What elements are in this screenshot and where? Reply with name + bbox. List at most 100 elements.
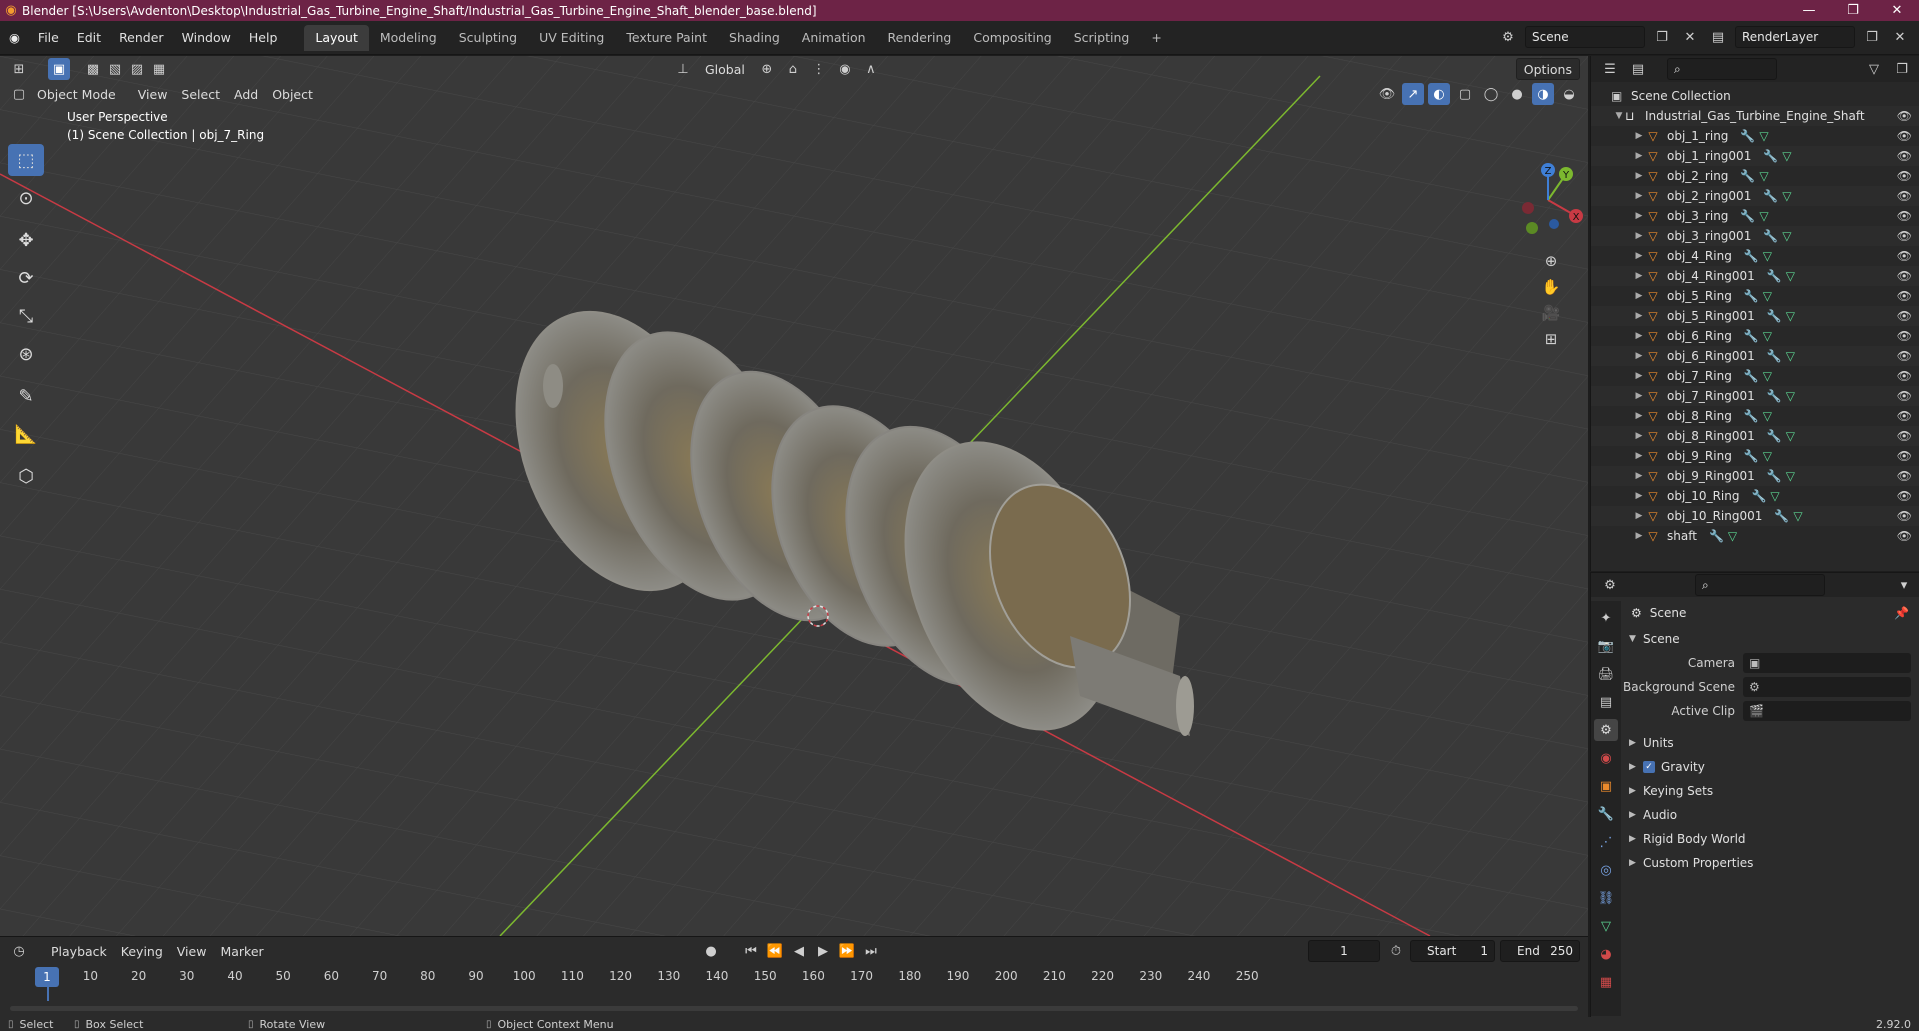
annotate-tool-icon[interactable]: ✎ [8, 380, 44, 412]
camera-view-icon[interactable]: 🎥 [1538, 300, 1564, 326]
expand-arrow-icon[interactable]: ▶ [1633, 171, 1645, 181]
rendered-shading-icon[interactable]: ◒ [1558, 83, 1580, 105]
menu-object[interactable]: Object [265, 83, 320, 105]
render-layer-field[interactable]: RenderLayer [1735, 26, 1855, 48]
snap-icon[interactable]: ⌂ [782, 58, 804, 80]
scene-tab-icon[interactable]: ⚙ [1594, 719, 1618, 741]
gravity-section[interactable]: ▶ ✓ Gravity [1623, 755, 1919, 779]
mesh-data-icon[interactable]: ▽ [1763, 249, 1772, 263]
mesh-data-icon[interactable]: ▽ [1782, 229, 1791, 243]
cursor-tool-icon[interactable]: ⊙ [8, 182, 44, 214]
outliner-editor-icon[interactable]: ☰ [1599, 58, 1621, 80]
outliner-object-row[interactable]: ▶ ▽ obj_2_ring 🔧 ▽ 👁 [1591, 166, 1919, 186]
units-section[interactable]: ▶ Units [1623, 731, 1919, 755]
tool-tab-icon[interactable]: ✦ [1594, 607, 1618, 629]
modifier-wrench-icon[interactable]: 🔧 [1740, 209, 1755, 223]
eye-icon[interactable]: 👁 [1897, 189, 1912, 203]
scale-tool-icon[interactable]: ⤡ [8, 300, 44, 332]
outliner-object-row[interactable]: ▶ ▽ obj_2_ring001 🔧 ▽ 👁 [1591, 186, 1919, 206]
modifier-wrench-icon[interactable]: 🔧 [1767, 309, 1782, 323]
modifier-wrench-icon[interactable]: 🔧 [1751, 489, 1766, 503]
delete-scene-icon[interactable]: ✕ [1679, 26, 1701, 48]
end-frame-field[interactable]: End 250 [1500, 940, 1580, 962]
scene-panel-header[interactable]: ▼ Scene [1623, 627, 1919, 651]
editor-type-icon[interactable]: ⊞ [8, 58, 30, 80]
rigid-body-world-section[interactable]: ▶ Rigid Body World [1623, 827, 1919, 851]
menu-view[interactable]: View [131, 83, 175, 105]
restore-button[interactable]: ❐ [1831, 0, 1875, 21]
expand-arrow-icon[interactable]: ▶ [1633, 271, 1645, 281]
modifier-wrench-icon[interactable]: 🔧 [1763, 229, 1778, 243]
overlay-toggle-icon[interactable]: ◐ [1428, 83, 1450, 105]
eye-icon[interactable]: 👁 [1897, 529, 1912, 543]
move-tool-icon[interactable]: ✥ [8, 224, 44, 256]
outliner-object-row[interactable]: ▶ ▽ obj_4_Ring001 🔧 ▽ 👁 [1591, 266, 1919, 286]
rotate-tool-icon[interactable]: ⟳ [8, 262, 44, 294]
solid-shading-icon[interactable]: ● [1506, 83, 1528, 105]
expand-arrow-icon[interactable]: ▶ [1633, 411, 1645, 421]
outliner-object-row[interactable]: ▶ ▽ obj_3_ring001 🔧 ▽ 👁 [1591, 226, 1919, 246]
new-collection-icon[interactable]: ❐ [1891, 58, 1913, 80]
mesh-data-icon[interactable]: ▽ [1763, 449, 1772, 463]
preview-range-icon[interactable]: ⏱ [1385, 940, 1407, 962]
outliner-object-row[interactable]: ▶ ▽ obj_10_Ring001 🔧 ▽ 👁 [1591, 506, 1919, 526]
next-keyframe-icon[interactable]: ⏩ [836, 940, 858, 962]
display-mode-icon[interactable]: ▤ [1627, 58, 1649, 80]
eye-icon[interactable]: 👁 [1897, 229, 1912, 243]
data-tab-icon[interactable]: ▽ [1594, 915, 1618, 937]
blender-menu-icon[interactable]: ◉ [0, 25, 29, 51]
gizmo-toggle-icon[interactable]: ↗ [1402, 83, 1424, 105]
record-icon[interactable]: ● [700, 940, 722, 962]
start-frame-field[interactable]: Start 1 [1410, 940, 1495, 962]
outliner-object-row[interactable]: ▶ ▽ obj_7_Ring 🔧 ▽ 👁 [1591, 366, 1919, 386]
transform-orientation-dropdown[interactable]: Global [698, 58, 752, 80]
mesh-data-icon[interactable]: ▽ [1793, 509, 1802, 523]
timeline-scrollbar[interactable] [10, 1006, 1578, 1011]
visibility-icon[interactable]: 👁 [1376, 83, 1398, 105]
scene-icon[interactable]: ⚙ [1497, 26, 1519, 48]
modifier-wrench-icon[interactable]: 🔧 [1740, 169, 1755, 183]
outliner-object-row[interactable]: ▶ ▽ obj_9_Ring 🔧 ▽ 👁 [1591, 446, 1919, 466]
scene-name-field[interactable]: Scene [1525, 26, 1645, 48]
eye-icon[interactable]: 👁 [1897, 369, 1912, 383]
jump-end-icon[interactable]: ⏭ [860, 940, 882, 962]
select-mode-icon[interactable]: ▣ [48, 58, 70, 80]
expand-arrow-icon[interactable]: ▶ [1633, 511, 1645, 521]
xray-icon[interactable]: ▢ [1454, 83, 1476, 105]
modifier-wrench-icon[interactable]: 🔧 [1744, 289, 1759, 303]
outliner-search-input[interactable]: ⌕ [1667, 58, 1777, 80]
outliner-object-row[interactable]: ▶ ▽ obj_6_Ring 🔧 ▽ 👁 [1591, 326, 1919, 346]
tab-uv-editing[interactable]: UV Editing [528, 25, 615, 51]
modifier-wrench-icon[interactable]: 🔧 [1744, 449, 1759, 463]
expand-arrow-icon[interactable]: ▶ [1633, 191, 1645, 201]
menu-marker[interactable]: Marker [213, 940, 270, 962]
eye-icon[interactable]: 👁 [1897, 129, 1912, 143]
eye-icon[interactable]: 👁 [1897, 109, 1912, 123]
select-new-icon[interactable]: ▩ [82, 58, 104, 80]
eye-icon[interactable]: 👁 [1897, 289, 1912, 303]
properties-editor-icon[interactable]: ⚙ [1599, 574, 1621, 596]
menu-select[interactable]: Select [174, 83, 227, 105]
outliner-object-row[interactable]: ▶ ▽ obj_1_ring 🔧 ▽ 👁 [1591, 126, 1919, 146]
add-workspace-button[interactable]: + [1140, 25, 1172, 51]
mesh-data-icon[interactable]: ▽ [1763, 409, 1772, 423]
menu-help[interactable]: Help [240, 25, 287, 51]
modifier-wrench-icon[interactable]: 🔧 [1767, 469, 1782, 483]
outliner-object-row[interactable]: ▶ ▽ obj_3_ring 🔧 ▽ 👁 [1591, 206, 1919, 226]
mesh-data-icon[interactable]: ▽ [1763, 289, 1772, 303]
play-reverse-icon[interactable]: ◀ [788, 940, 810, 962]
expand-arrow-icon[interactable]: ▶ [1633, 351, 1645, 361]
mesh-data-icon[interactable]: ▽ [1759, 209, 1768, 223]
keying-sets-section[interactable]: ▶ Keying Sets [1623, 779, 1919, 803]
eye-icon[interactable]: 👁 [1897, 389, 1912, 403]
snap-target-icon[interactable]: ⋮ [808, 58, 830, 80]
eye-icon[interactable]: 👁 [1897, 209, 1912, 223]
modifier-wrench-icon[interactable]: 🔧 [1763, 149, 1778, 163]
collapse-arrow-icon[interactable]: ▼ [1613, 111, 1625, 121]
expand-arrow-icon[interactable]: ▶ [1633, 331, 1645, 341]
modifier-wrench-icon[interactable]: 🔧 [1767, 349, 1782, 363]
view-layer-tab-icon[interactable]: ▤ [1594, 691, 1618, 713]
tab-rendering[interactable]: Rendering [877, 25, 963, 51]
modifier-tab-icon[interactable]: 🔧 [1594, 803, 1618, 825]
menu-timeline-view[interactable]: View [170, 940, 214, 962]
